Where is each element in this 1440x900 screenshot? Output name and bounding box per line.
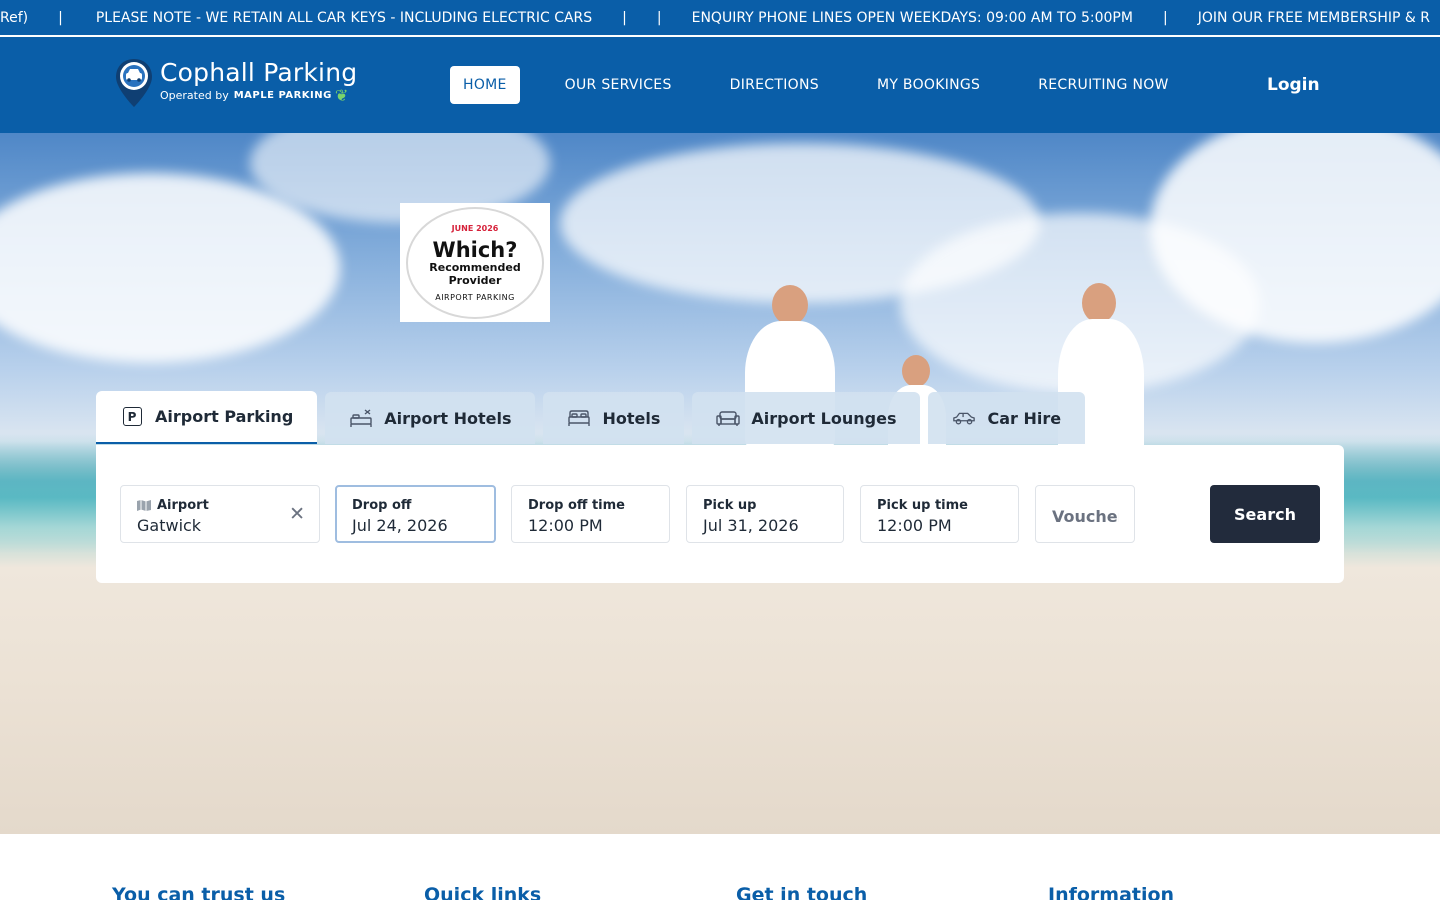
car-icon [952, 408, 976, 428]
person-figure [772, 285, 808, 325]
pickup-time-field[interactable]: Pick up time 12:00 PM [860, 485, 1019, 543]
hero-banner: JUNE 2026 Which? Recommended Provider AI… [0, 133, 1440, 834]
ticker-separator: | [1162, 10, 1168, 26]
voucher-field[interactable] [1035, 485, 1135, 543]
ticker-item: Ref) [0, 10, 29, 26]
main-nav: HOME OUR SERVICES DIRECTIONS MY BOOKINGS… [450, 66, 1214, 104]
site-footer: You can trust us Quick links Get in touc… [0, 834, 1440, 900]
footer-heading-information: Information [1048, 884, 1175, 900]
nav-home[interactable]: HOME [450, 66, 520, 104]
ticker-item: JOIN OUR FREE MEMBERSHIP & R [1197, 10, 1430, 26]
logo-title: Cophall Parking [160, 58, 358, 87]
ticker-separator: | [58, 10, 63, 26]
tab-hotels[interactable]: Hotels [543, 392, 685, 444]
ticker-separator: | [656, 10, 662, 26]
sofa-icon [716, 408, 741, 428]
announcement-ticker: Ref) | PLEASE NOTE - WE RETAIN ALL CAR K… [0, 0, 1440, 36]
tab-airport-hotels[interactable]: Airport Hotels [325, 392, 536, 444]
nav-recruiting-now[interactable]: RECRUITING NOW [1025, 66, 1181, 104]
airport-field-label: Airport [137, 498, 304, 513]
ticker-item: ENQUIRY PHONE LINES OPEN WEEKDAYS: 09:00… [691, 10, 1133, 26]
dropoff-label: Drop off [352, 498, 412, 513]
booking-tabs: P Airport Parking Airport Hotels Hotels … [96, 391, 1093, 445]
badge-which: Which? [432, 237, 518, 262]
dropoff-time-label: Drop off time [528, 498, 625, 513]
nav-my-bookings[interactable]: MY BOOKINGS [864, 66, 993, 104]
tab-label: Airport Hotels [384, 408, 512, 428]
pickup-date-field[interactable]: Pick up Jul 31, 2026 [686, 485, 844, 543]
tab-label: Hotels [602, 408, 661, 428]
maple-leaf-icon: ❦ [334, 86, 349, 105]
badge-category: AIRPORT PARKING [435, 292, 515, 302]
tab-airport-lounges[interactable]: Airport Lounges [692, 392, 921, 444]
logo-operated-by: Operated by [160, 89, 229, 102]
badge-seal: JUNE 2026 Which? Recommended Provider AI… [406, 206, 544, 319]
search-button[interactable]: Search [1210, 485, 1320, 543]
dropoff-time-value: 12:00 PM [528, 516, 603, 535]
site-logo[interactable]: Cophall Parking Operated by MAPLE PARKIN… [114, 57, 357, 113]
search-panel: Airport Gatwick ✕ Drop off Jul 24, 2026 … [96, 445, 1344, 583]
clear-icon[interactable]: ✕ [289, 503, 305, 525]
which-recommended-badge: JUNE 2026 Which? Recommended Provider AI… [400, 203, 550, 322]
tab-airport-parking[interactable]: P Airport Parking [96, 391, 318, 444]
footer-heading-get-in-touch: Get in touch [736, 884, 868, 900]
bed-icon [567, 408, 591, 428]
dropoff-value: Jul 24, 2026 [352, 516, 448, 535]
logo-subtitle: Operated by MAPLE PARKING ❦ [160, 86, 357, 105]
ticker-track: Ref) | PLEASE NOTE - WE RETAIN ALL CAR K… [0, 0, 1430, 35]
pickup-value: Jul 31, 2026 [703, 516, 799, 535]
map-icon [137, 500, 151, 511]
dropoff-time-field[interactable]: Drop off time 12:00 PM [511, 485, 670, 543]
airport-label: Airport [157, 498, 209, 513]
site-header: Cophall Parking Operated by MAPLE PARKIN… [0, 37, 1440, 133]
nav-directions[interactable]: DIRECTIONS [717, 66, 832, 104]
tab-label: Airport Parking [155, 407, 294, 426]
pickup-label: Pick up [703, 498, 757, 513]
badge-provider: Provider [448, 273, 502, 287]
dropoff-date-field[interactable]: Drop off Jul 24, 2026 [335, 485, 496, 543]
login-link[interactable]: Login [1267, 66, 1320, 104]
tab-car-hire[interactable]: Car Hire [928, 392, 1086, 444]
tab-label: Car Hire [987, 408, 1062, 428]
footer-heading-quick-links: Quick links [424, 884, 542, 900]
badge-recommended: Recommended [429, 260, 521, 274]
location-pin-car-icon [114, 57, 154, 109]
tab-label: Airport Lounges [751, 408, 897, 428]
airport-field[interactable]: Airport Gatwick ✕ [120, 485, 320, 543]
airport-hotel-icon [349, 408, 373, 428]
airport-value: Gatwick [137, 516, 202, 535]
pickup-time-value: 12:00 PM [877, 516, 952, 535]
ticker-item: PLEASE NOTE - WE RETAIN ALL CAR KEYS - I… [95, 10, 593, 26]
footer-heading-trust: You can trust us [112, 884, 286, 900]
person-figure [1082, 283, 1116, 323]
pickup-time-label: Pick up time [877, 498, 968, 513]
parking-icon: P [120, 407, 144, 427]
nav-our-services[interactable]: OUR SERVICES [552, 66, 685, 104]
logo-brand: MAPLE PARKING [233, 90, 332, 101]
badge-date: JUNE 2026 [451, 223, 499, 233]
voucher-input[interactable] [1052, 507, 1119, 526]
ticker-separator: | [622, 10, 627, 26]
person-figure [902, 355, 930, 387]
